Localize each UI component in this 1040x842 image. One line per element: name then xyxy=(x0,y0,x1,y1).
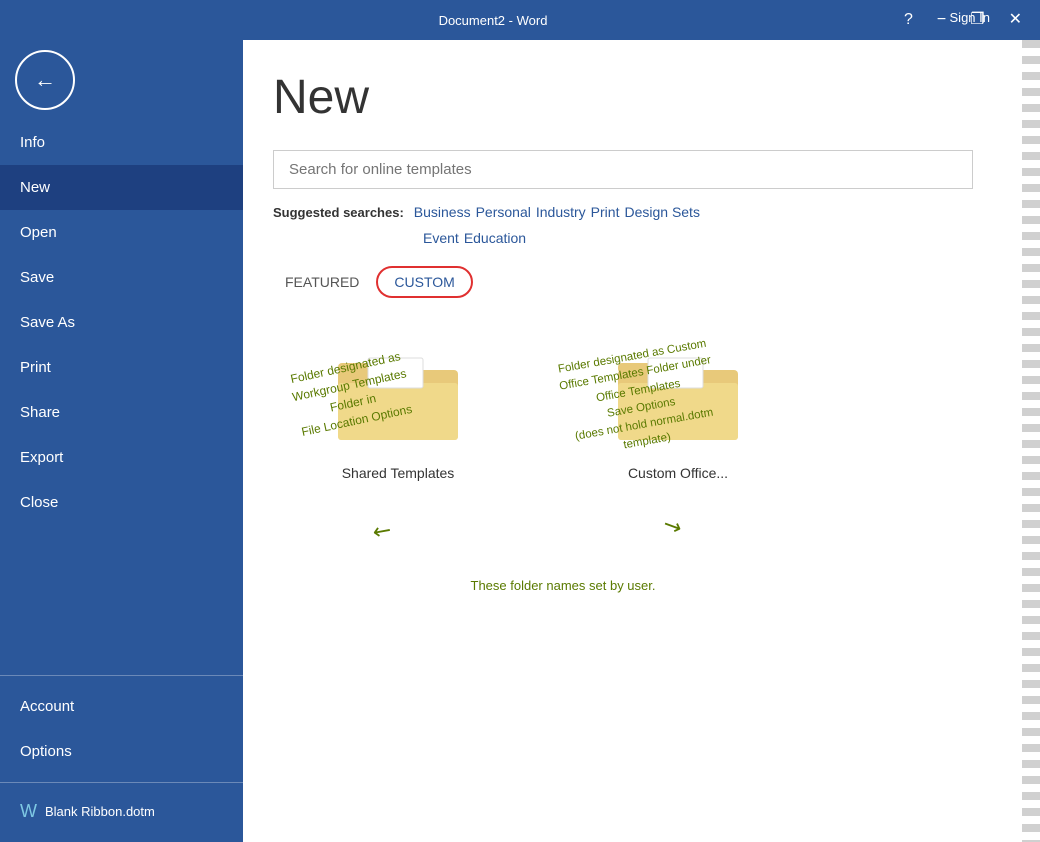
recent-file-item[interactable]: W Blank Ribbon.dotm xyxy=(0,791,243,832)
word-icon: W xyxy=(20,801,37,822)
nav-divider-1 xyxy=(0,675,243,676)
suggested-label: Suggested searches: xyxy=(273,205,404,220)
folder-icon-custom xyxy=(613,348,743,448)
search-input[interactable] xyxy=(273,150,973,189)
sidebar-item-print[interactable]: Print xyxy=(0,345,243,390)
shared-templates-label: Shared Templates xyxy=(333,465,463,481)
tab-custom[interactable]: CUSTOM xyxy=(376,266,472,298)
signin-link[interactable]: Sign In xyxy=(950,10,990,25)
title-bar-title: Document2 - Word xyxy=(90,13,896,28)
shared-templates-folder[interactable]: Shared Templates xyxy=(333,348,463,481)
title-bar: Document2 - Word ? − ❐ ✕ xyxy=(0,0,1040,40)
sidebar-item-close[interactable]: Close xyxy=(0,480,243,525)
sidebar-item-open[interactable]: Open xyxy=(0,210,243,255)
nav-divider-2 xyxy=(0,782,243,783)
close-button[interactable]: ✕ xyxy=(1001,10,1030,30)
sidebar-item-save-as[interactable]: Save As xyxy=(0,300,243,345)
sidebar-item-new[interactable]: New xyxy=(0,165,243,210)
sidebar-item-options[interactable]: Options xyxy=(0,729,243,774)
sidebar-item-export[interactable]: Export xyxy=(0,435,243,480)
sidebar-item-account[interactable]: Account xyxy=(0,684,243,729)
arrow-right: ↘ xyxy=(658,510,686,541)
app-layout: ← Info New Open Save Save As Print Share… xyxy=(0,40,1040,842)
sidebar-bottom: Account Options W Blank Ribbon.dotm xyxy=(0,667,243,842)
custom-office-label: Custom Office... xyxy=(613,465,743,481)
torn-edge xyxy=(1022,40,1040,842)
arrow-left: ↙ xyxy=(367,515,397,547)
bottom-annotation: These folder names set by user. xyxy=(413,578,713,593)
folder-icon-shared xyxy=(333,348,463,448)
recent-file-label: Blank Ribbon.dotm xyxy=(45,804,155,819)
tab-featured[interactable]: FEATURED xyxy=(273,268,371,296)
page-title: New xyxy=(273,70,1010,125)
sidebar-item-share[interactable]: Share xyxy=(0,390,243,435)
help-button[interactable]: ? xyxy=(896,10,921,30)
tabs-row: FEATURED CUSTOM xyxy=(273,266,1010,298)
sidebar: ← Info New Open Save Save As Print Share… xyxy=(0,40,243,842)
sidebar-nav: Info New Open Save Save As Print Share E… xyxy=(0,120,243,525)
custom-office-folder[interactable]: Custom Office... xyxy=(613,348,743,481)
sidebar-item-info[interactable]: Info xyxy=(0,120,243,165)
back-button[interactable]: ← xyxy=(15,50,75,110)
main-content: New Suggested searches:BusinessPersonalI… xyxy=(243,40,1040,842)
sidebar-item-save[interactable]: Save xyxy=(0,255,243,300)
suggested-searches: Suggested searches:BusinessPersonalIndus… xyxy=(273,204,1010,246)
templates-area: Shared Templates Folder designated asWor… xyxy=(273,328,1010,678)
